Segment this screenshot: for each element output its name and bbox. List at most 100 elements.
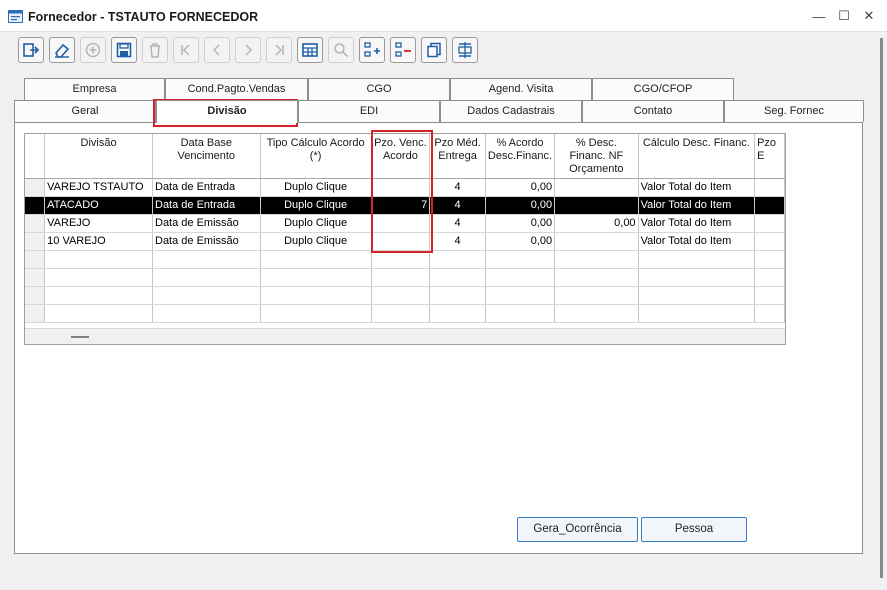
cell-data-base[interactable]: Data de Emissão bbox=[152, 214, 261, 233]
window-vertical-scrollbar[interactable] bbox=[877, 32, 887, 578]
empty-cell[interactable] bbox=[371, 286, 431, 305]
save-button[interactable] bbox=[111, 37, 137, 63]
maximize-button[interactable]: ☐ bbox=[836, 8, 852, 24]
cell-tipo-calculo[interactable]: Duplo Clique bbox=[260, 178, 372, 197]
tab-seg-fornec[interactable]: Seg. Fornec bbox=[724, 100, 864, 122]
search-button[interactable] bbox=[328, 37, 354, 63]
divisao-grid[interactable]: Divisão Data Base Vencimento Tipo Cálcul… bbox=[24, 133, 786, 345]
empty-cell[interactable] bbox=[429, 250, 486, 269]
column-header-pzo-med[interactable]: Pzo Méd. Entrega bbox=[429, 134, 486, 179]
table-row[interactable]: VAREJO TSTAUTO Data de Entrada Duplo Cli… bbox=[25, 178, 785, 197]
empty-cell[interactable] bbox=[485, 250, 556, 269]
cell-pzo-e[interactable] bbox=[754, 232, 785, 251]
column-header-pct-desc-nf[interactable]: % Desc. Financ. NF Orçamento bbox=[554, 134, 639, 179]
row-selector[interactable] bbox=[25, 286, 46, 305]
empty-row[interactable] bbox=[25, 286, 785, 305]
cell-pct-desc-nf[interactable] bbox=[554, 232, 639, 251]
tab-edi[interactable]: EDI bbox=[298, 100, 440, 122]
empty-cell[interactable] bbox=[152, 304, 261, 323]
empty-cell[interactable] bbox=[485, 304, 556, 323]
tab-empresa[interactable]: Empresa bbox=[24, 78, 165, 100]
table-row[interactable]: ATACADO Data de Entrada Duplo Clique 7 4… bbox=[25, 196, 785, 215]
cell-calculo-desc[interactable]: Valor Total do Item bbox=[638, 232, 756, 251]
column-header-calculo-desc[interactable]: Cálculo Desc. Financ. bbox=[638, 134, 756, 179]
cell-pzo-med[interactable]: 4 bbox=[429, 196, 486, 215]
empty-cell[interactable] bbox=[638, 304, 756, 323]
remove-row-button[interactable] bbox=[390, 37, 416, 63]
copy-button[interactable] bbox=[421, 37, 447, 63]
cell-pzo-venc[interactable] bbox=[371, 232, 431, 251]
empty-row[interactable] bbox=[25, 304, 785, 323]
empty-cell[interactable] bbox=[371, 250, 431, 269]
empty-cell[interactable] bbox=[152, 286, 261, 305]
cell-pzo-e[interactable] bbox=[754, 196, 785, 215]
cell-divisao[interactable]: ATACADO bbox=[44, 196, 153, 215]
empty-cell[interactable] bbox=[638, 268, 756, 287]
cell-calculo-desc[interactable]: Valor Total do Item bbox=[638, 178, 756, 197]
cell-tipo-calculo[interactable]: Duplo Clique bbox=[260, 232, 372, 251]
empty-cell[interactable] bbox=[260, 304, 372, 323]
scrollbar-thumb[interactable] bbox=[71, 336, 89, 338]
empty-cell[interactable] bbox=[371, 304, 431, 323]
empty-cell[interactable] bbox=[260, 268, 372, 287]
cell-pzo-med[interactable]: 4 bbox=[429, 214, 486, 233]
empty-cell[interactable] bbox=[260, 286, 372, 305]
row-selector[interactable] bbox=[25, 196, 46, 215]
gera-ocorrencia-button[interactable]: Gera_Ocorrência bbox=[517, 517, 638, 542]
empty-cell[interactable] bbox=[754, 286, 785, 305]
cell-divisao[interactable]: 10 VAREJO bbox=[44, 232, 153, 251]
cell-calculo-desc[interactable]: Valor Total do Item bbox=[638, 214, 756, 233]
empty-cell[interactable] bbox=[754, 268, 785, 287]
cell-pct-desc-nf[interactable] bbox=[554, 196, 639, 215]
cell-divisao[interactable]: VAREJO TSTAUTO bbox=[44, 178, 153, 197]
empty-cell[interactable] bbox=[152, 268, 261, 287]
empty-cell[interactable] bbox=[371, 268, 431, 287]
tab-dados-cadastrais[interactable]: Dados Cadastrais bbox=[440, 100, 582, 122]
empty-cell[interactable] bbox=[554, 286, 639, 305]
close-button[interactable]: ✕ bbox=[861, 8, 877, 24]
column-header-pzo-venc[interactable]: Pzo. Venc. Acordo bbox=[371, 134, 431, 179]
empty-cell[interactable] bbox=[44, 268, 153, 287]
clear-button[interactable] bbox=[49, 37, 75, 63]
cell-data-base[interactable]: Data de Entrada bbox=[152, 196, 261, 215]
row-selector[interactable] bbox=[25, 178, 46, 197]
cell-pct-acordo[interactable]: 0,00 bbox=[485, 196, 556, 215]
tab-agend-visita[interactable]: Agend. Visita bbox=[450, 78, 592, 100]
row-selector[interactable] bbox=[25, 214, 46, 233]
tab-contato[interactable]: Contato bbox=[582, 100, 724, 122]
empty-cell[interactable] bbox=[44, 304, 153, 323]
empty-cell[interactable] bbox=[429, 286, 486, 305]
empty-cell[interactable] bbox=[44, 286, 153, 305]
table-row[interactable]: VAREJO Data de Emissão Duplo Clique 4 0,… bbox=[25, 214, 785, 233]
empty-cell[interactable] bbox=[554, 304, 639, 323]
empty-cell[interactable] bbox=[638, 250, 756, 269]
empty-cell[interactable] bbox=[429, 268, 486, 287]
first-button[interactable] bbox=[173, 37, 199, 63]
table-row[interactable]: 10 VAREJO Data de Emissão Duplo Clique 4… bbox=[25, 232, 785, 251]
next-button[interactable] bbox=[235, 37, 261, 63]
tab-geral[interactable]: Geral bbox=[14, 100, 156, 122]
empty-cell[interactable] bbox=[638, 286, 756, 305]
cell-divisao[interactable]: VAREJO bbox=[44, 214, 153, 233]
cell-pct-acordo[interactable]: 0,00 bbox=[485, 178, 556, 197]
cell-pct-desc-nf[interactable] bbox=[554, 178, 639, 197]
tab-cgo[interactable]: CGO bbox=[308, 78, 450, 100]
cell-pct-acordo[interactable]: 0,00 bbox=[485, 232, 556, 251]
cell-data-base[interactable]: Data de Entrada bbox=[152, 178, 261, 197]
minimize-button[interactable]: — bbox=[811, 8, 827, 24]
empty-cell[interactable] bbox=[554, 268, 639, 287]
column-header-data-base[interactable]: Data Base Vencimento bbox=[152, 134, 261, 179]
row-selector[interactable] bbox=[25, 304, 46, 323]
cell-pzo-med[interactable]: 4 bbox=[429, 232, 486, 251]
empty-cell[interactable] bbox=[429, 304, 486, 323]
cell-pct-desc-nf[interactable]: 0,00 bbox=[554, 214, 639, 233]
empty-cell[interactable] bbox=[152, 250, 261, 269]
column-header-tipo-calculo[interactable]: Tipo Cálculo Acordo (*) bbox=[260, 134, 372, 179]
cell-pzo-e[interactable] bbox=[754, 214, 785, 233]
empty-cell[interactable] bbox=[260, 250, 372, 269]
previous-button[interactable] bbox=[204, 37, 230, 63]
add-button[interactable] bbox=[80, 37, 106, 63]
cell-data-base[interactable]: Data de Emissão bbox=[152, 232, 261, 251]
column-header-pct-acordo[interactable]: % Acordo Desc.Financ. bbox=[485, 134, 556, 179]
add-row-button[interactable] bbox=[359, 37, 385, 63]
